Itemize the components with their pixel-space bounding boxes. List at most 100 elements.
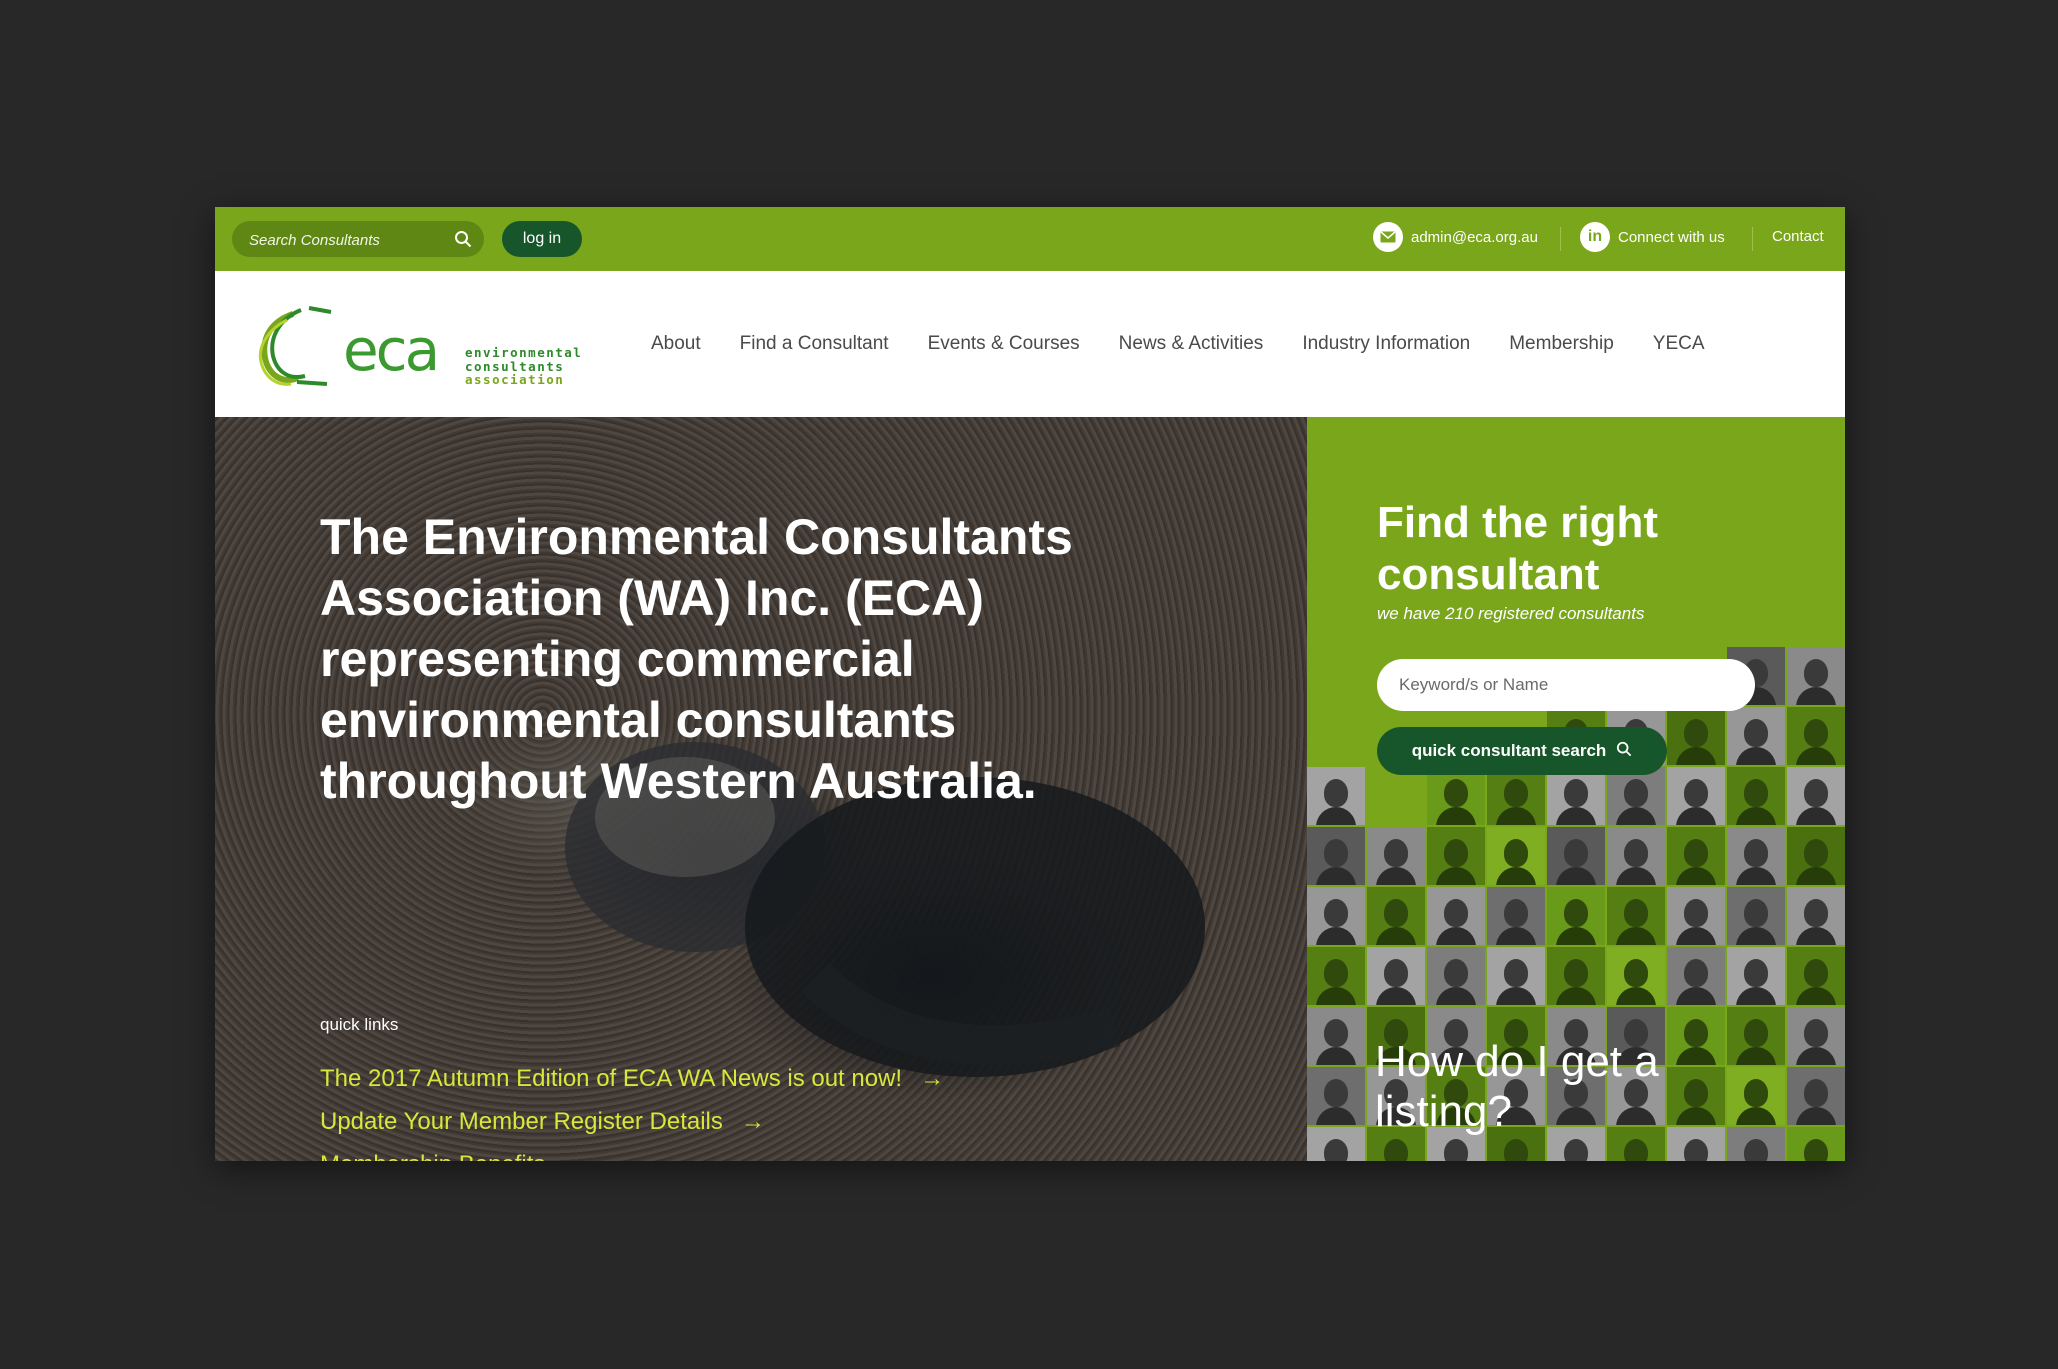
consultant-photo <box>1667 947 1725 1005</box>
consultant-photo <box>1727 887 1785 945</box>
envelope-icon <box>1373 222 1403 252</box>
consultant-photo <box>1787 707 1845 765</box>
consultant-photo <box>1607 887 1665 945</box>
person-head <box>1744 719 1768 747</box>
quick-link[interactable]: The 2017 Autumn Edition of ECA WA News i… <box>320 1057 944 1100</box>
consultant-photo <box>1547 827 1605 885</box>
consultant-photo <box>1727 767 1785 825</box>
consultant-photo <box>1427 767 1485 825</box>
keyword-search-input[interactable] <box>1377 659 1755 711</box>
consultant-photo <box>1547 947 1605 1005</box>
person-head <box>1384 1139 1408 1161</box>
person-shoulders <box>1796 1047 1836 1065</box>
person-shoulders <box>1736 747 1776 765</box>
person-head <box>1624 959 1648 987</box>
consultant-photo <box>1307 887 1365 945</box>
consultant-photo <box>1487 827 1545 885</box>
person-shoulders <box>1736 987 1776 1005</box>
get-listing-link[interactable]: How do I get a listing? <box>1375 1037 1705 1137</box>
arrow-right-icon: → <box>740 1107 765 1135</box>
consultant-photo <box>1787 887 1845 945</box>
eca-logo[interactable]: eca environmental consultants associatio… <box>253 296 581 396</box>
consultant-photo <box>1727 947 1785 1005</box>
consultant-photo <box>1427 827 1485 885</box>
quick-links-list: The 2017 Autumn Edition of ECA WA News i… <box>320 1057 944 1162</box>
consultant-photo <box>1427 947 1485 1005</box>
consultant-photo <box>1487 887 1545 945</box>
login-button[interactable]: log in <box>502 221 582 257</box>
person-head <box>1744 1079 1768 1107</box>
person-shoulders <box>1676 927 1716 945</box>
person-head <box>1564 779 1588 807</box>
person-shoulders <box>1796 747 1836 765</box>
consultant-photo <box>1787 647 1845 705</box>
person-head <box>1804 659 1828 687</box>
person-head <box>1804 1139 1828 1161</box>
person-head <box>1384 959 1408 987</box>
person-head <box>1324 839 1348 867</box>
browser-page: log in admin@eca.org.au in Connect with … <box>215 207 1845 1161</box>
nav-find-consultant[interactable]: Find a Consultant <box>740 333 889 355</box>
consultant-photo <box>1427 887 1485 945</box>
finder-heading: Find the right consultant <box>1377 498 1659 599</box>
consultant-photo <box>1787 1067 1845 1125</box>
person-shoulders <box>1496 927 1536 945</box>
person-head <box>1624 779 1648 807</box>
person-head <box>1504 779 1528 807</box>
quick-links-label: quick links <box>320 1015 399 1034</box>
quick-search-label: quick consultant search <box>1411 741 1607 760</box>
contact-link[interactable]: Contact <box>1772 228 1824 245</box>
person-head <box>1444 839 1468 867</box>
person-head <box>1384 899 1408 927</box>
quick-link[interactable]: Membership Benefits → <box>320 1143 944 1162</box>
quick-consultant-search-button[interactable]: quick consultant search <box>1377 727 1667 775</box>
person-head <box>1804 839 1828 867</box>
email-link[interactable]: admin@eca.org.au <box>1373 222 1538 252</box>
person-head <box>1684 959 1708 987</box>
consultant-photo <box>1727 1127 1785 1161</box>
person-head <box>1684 1139 1708 1161</box>
quick-link[interactable]: Update Your Member Register Details → <box>320 1100 944 1143</box>
person-head <box>1684 779 1708 807</box>
person-head <box>1744 839 1768 867</box>
person-head <box>1804 899 1828 927</box>
person-shoulders <box>1316 927 1356 945</box>
nav-events-courses[interactable]: Events & Courses <box>928 333 1080 355</box>
consultant-photo <box>1307 1067 1365 1125</box>
linkedin-link[interactable]: in Connect with us <box>1580 222 1725 252</box>
nav-yeca[interactable]: YECA <box>1653 333 1705 355</box>
person-shoulders <box>1316 987 1356 1005</box>
person-head <box>1804 1079 1828 1107</box>
nav-industry-information[interactable]: Industry Information <box>1302 333 1470 355</box>
logo-tagline-line: environmental <box>465 345 583 360</box>
consultant-photo <box>1307 767 1365 825</box>
consultant-photo <box>1367 827 1425 885</box>
person-shoulders <box>1496 807 1536 825</box>
person-head <box>1324 1079 1348 1107</box>
consultant-photo <box>1307 827 1365 885</box>
quick-link-label: The 2017 Autumn Edition of ECA WA News i… <box>320 1064 903 1092</box>
logo-tagline-line: consultants <box>465 358 565 374</box>
nav-news-activities[interactable]: News & Activities <box>1119 333 1264 355</box>
consultant-photo <box>1367 947 1425 1005</box>
search-icon <box>1616 741 1632 762</box>
person-head <box>1744 959 1768 987</box>
person-head <box>1444 1139 1468 1161</box>
person-shoulders <box>1376 867 1416 885</box>
nav-membership[interactable]: Membership <box>1509 333 1614 355</box>
person-head <box>1324 1139 1348 1161</box>
consultant-photo <box>1487 947 1545 1005</box>
person-head <box>1564 899 1588 927</box>
person-shoulders <box>1796 987 1836 1005</box>
person-shoulders <box>1796 867 1836 885</box>
person-head <box>1804 959 1828 987</box>
nav-about[interactable]: About <box>651 333 701 355</box>
person-head <box>1804 719 1828 747</box>
person-shoulders <box>1676 987 1716 1005</box>
search-icon[interactable] <box>454 230 472 253</box>
person-shoulders <box>1436 867 1476 885</box>
consultant-photo <box>1667 887 1725 945</box>
person-head <box>1624 899 1648 927</box>
arrow-right-icon: → <box>563 1151 587 1162</box>
search-consultants-input[interactable] <box>232 221 451 259</box>
